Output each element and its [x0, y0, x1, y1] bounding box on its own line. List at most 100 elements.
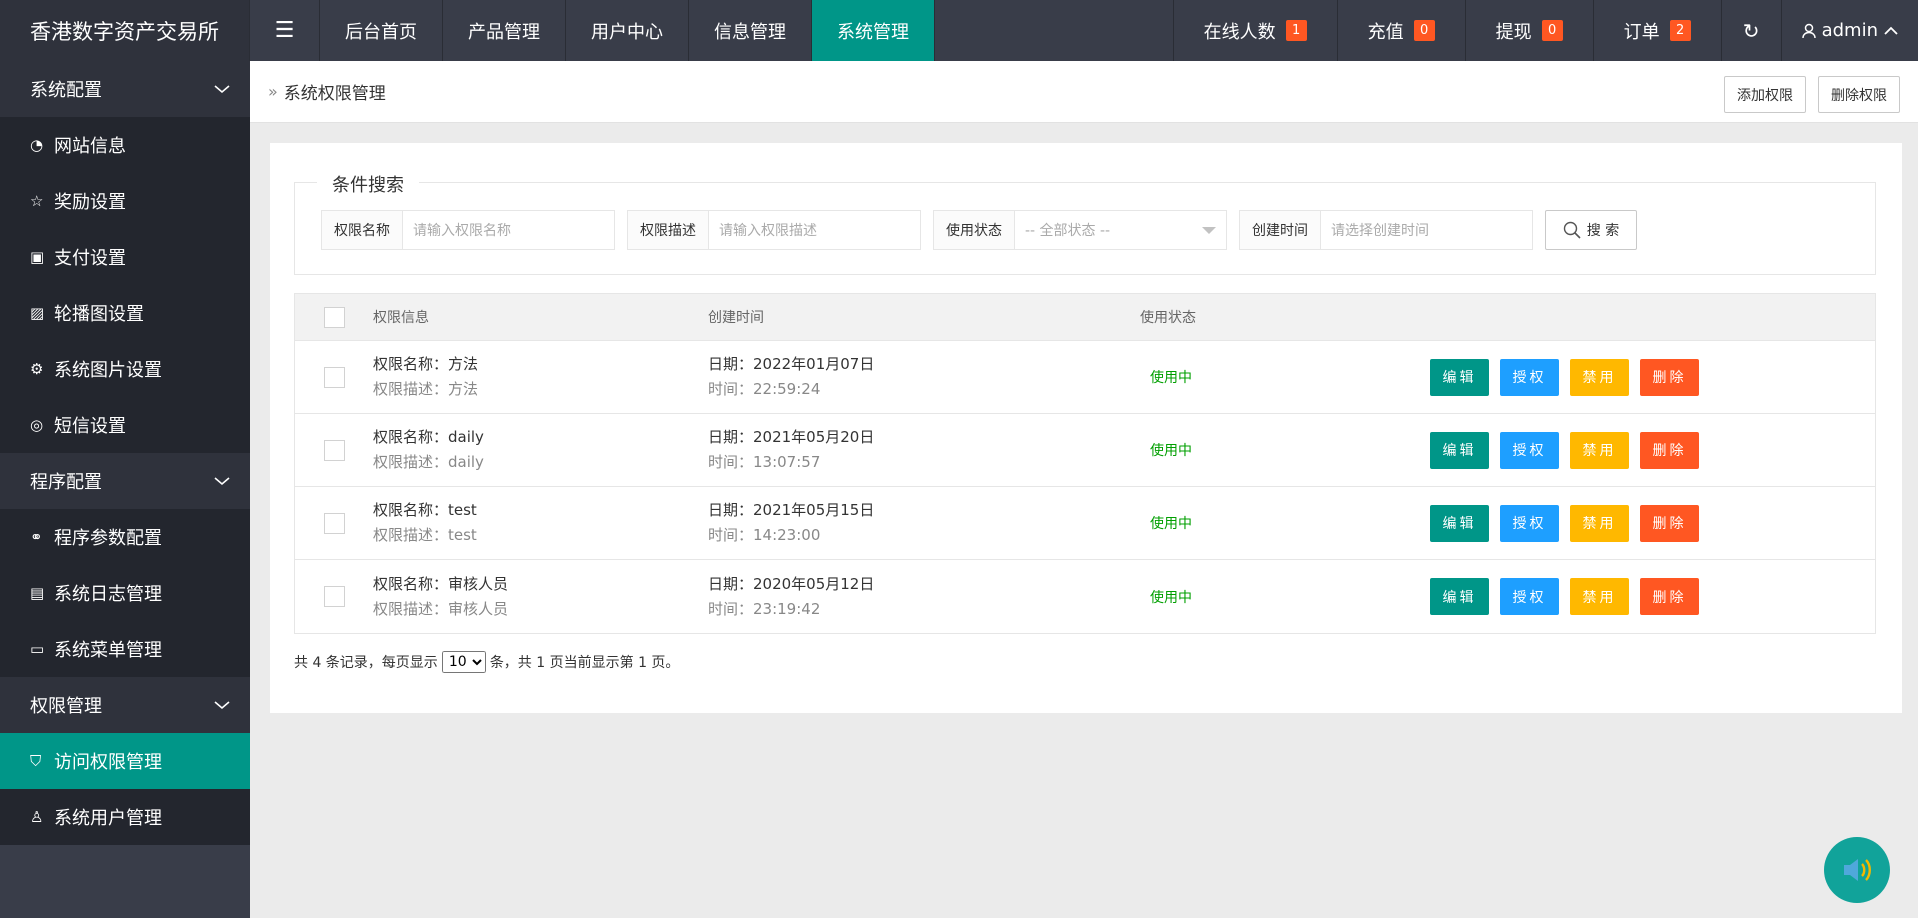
window-icon: ▭ [30, 640, 45, 658]
permission-name: 权限名称：daily [373, 428, 484, 446]
nav-products[interactable]: 产品管理 [443, 0, 566, 61]
menu-toggle-button[interactable]: ☰ [250, 0, 320, 61]
sidebar-item-label: 程序参数配置 [54, 528, 162, 549]
sidebar-item-payment[interactable]: ▣ 支付设置 [0, 229, 250, 285]
sidebar-item-system-menu[interactable]: ▭ 系统菜单管理 [0, 621, 250, 677]
sidebar-item-reward[interactable]: ☆ 奖励设置 [0, 173, 250, 229]
status-select[interactable]: -- 全部状态 -- [1015, 211, 1226, 249]
created-time: 时间：22:59:24 [708, 380, 821, 398]
disable-button[interactable]: 禁用 [1570, 431, 1629, 469]
stat-orders[interactable]: 订单 2 [1592, 0, 1721, 61]
caret-down-icon [1202, 227, 1216, 234]
stat-withdraw[interactable]: 提现 0 [1464, 0, 1593, 61]
created-time: 时间：13:07:57 [708, 453, 821, 471]
chevron-down-icon [214, 701, 230, 710]
nav-info[interactable]: 信息管理 [689, 0, 812, 61]
link-icon: ⚭ [30, 528, 43, 546]
search-legend: 条件搜索 [317, 171, 419, 197]
select-all-checkbox[interactable] [323, 306, 345, 328]
sidebar-item-carousel[interactable]: ▨ 轮播图设置 [0, 285, 250, 341]
sidebar-item-label: 短信设置 [54, 416, 126, 437]
disable-button[interactable]: 禁用 [1570, 578, 1629, 615]
sidebar-item-access-permissions[interactable]: ⛉ 访问权限管理 [0, 733, 250, 789]
field-label: 使用状态 [934, 211, 1015, 249]
image-icon: ▨ [30, 304, 45, 322]
status-badge: 使用中 [1150, 516, 1192, 532]
create-time-input[interactable]: 请选择创建时间 [1321, 211, 1532, 249]
refresh-icon: ↻ [1742, 18, 1760, 43]
row-checkbox[interactable] [323, 366, 345, 388]
pagination: 共 4 条记录，每页显示 10 条，共 1 页当前显示第 1 页。 [294, 651, 679, 673]
status-select-value: -- 全部状态 -- [1025, 223, 1111, 239]
sidebar-section-program-config[interactable]: 程序配置 [0, 453, 250, 509]
permission-name: 权限名称：方法 [373, 355, 479, 373]
sidebar-item-system-log[interactable]: ▤ 系统日志管理 [0, 565, 250, 621]
sidebar-item-label: 系统日志管理 [54, 584, 162, 605]
authorize-button[interactable]: 授权 [1500, 358, 1559, 396]
created-date: 日期：2020年05月12日 [708, 574, 875, 593]
gear-icon: ⚙ [30, 360, 44, 378]
refresh-button[interactable]: ↻ [1720, 0, 1781, 61]
disable-button[interactable]: 禁用 [1570, 504, 1629, 542]
nav-home[interactable]: 后台首页 [320, 0, 443, 61]
floating-chat-button[interactable] [1824, 837, 1890, 903]
sidebar-item-system-images[interactable]: ⚙ 系统图片设置 [0, 341, 250, 397]
create-time-field: 创建时间 请选择创建时间 [1239, 210, 1533, 250]
user-name: admin [1821, 20, 1878, 41]
column-header-info: 权限信息 [373, 310, 429, 326]
edit-button[interactable]: 编辑 [1430, 431, 1489, 469]
sidebar-item-program-params[interactable]: ⚭ 程序参数配置 [0, 509, 250, 565]
status-badge: 使用中 [1150, 443, 1192, 459]
top-header: 香港数字资产交易所 ☰ 后台首页 产品管理 用户中心 信息管理 系统管理 在线人… [0, 0, 1918, 61]
authorize-button[interactable]: 授权 [1500, 431, 1559, 469]
permission-name: 权限名称：test [373, 501, 477, 519]
sidebar-section-system-config[interactable]: 系统配置 [0, 61, 250, 117]
authorize-button[interactable]: 授权 [1500, 578, 1559, 615]
sidebar-item-label: 轮播图设置 [54, 304, 144, 325]
sidebar-section-permissions[interactable]: 权限管理 [0, 677, 250, 733]
sidebar-item-system-users[interactable]: ♙ 系统用户管理 [0, 789, 250, 845]
edit-button[interactable]: 编辑 [1430, 578, 1489, 615]
sidebar-item-label: 网站信息 [54, 136, 126, 157]
search-panel: 条件搜索 权限名称 请输入权限名称 权限描述 请输入权限描述 使用状态 -- 全… [294, 171, 1876, 275]
edit-button[interactable]: 编辑 [1430, 504, 1489, 542]
main-content: » 系统权限管理 添加权限 删除权限 条件搜索 权限名称 请输入权限名称 权限描… [250, 61, 1918, 918]
field-label: 权限名称 [322, 211, 403, 249]
delete-button[interactable]: 删除 [1640, 578, 1699, 615]
disable-button[interactable]: 禁用 [1570, 358, 1629, 396]
sidebar-item-sms[interactable]: ◎ 短信设置 [0, 397, 250, 453]
hamburger-icon: ☰ [274, 18, 295, 43]
add-permission-button[interactable]: 添加权限 [1724, 76, 1806, 113]
row-checkbox[interactable] [323, 439, 345, 461]
stat-withdraw-badge: 0 [1541, 20, 1563, 41]
search-button[interactable]: 搜 索 [1545, 210, 1637, 250]
nav-system[interactable]: 系统管理 [812, 0, 935, 61]
edit-button[interactable]: 编辑 [1430, 358, 1489, 396]
created-time: 时间：14:23:00 [708, 526, 821, 544]
double-chevron-right-icon: » [268, 82, 278, 101]
sidebar-section-title: 程序配置 [30, 472, 102, 493]
permission-name-input[interactable]: 请输入权限名称 [403, 211, 614, 249]
sidebar-item-site-info[interactable]: ◔ 网站信息 [0, 117, 250, 173]
page-size-select[interactable]: 10 [441, 651, 486, 673]
delete-button[interactable]: 删除 [1640, 358, 1699, 396]
stat-online[interactable]: 在线人数 1 [1172, 0, 1337, 61]
delete-button[interactable]: 删除 [1640, 504, 1699, 542]
nav-users[interactable]: 用户中心 [566, 0, 689, 61]
permission-desc: 权限描述：daily [373, 453, 484, 471]
created-date: 日期：2021年05月20日 [708, 428, 875, 446]
user-menu[interactable]: admin [1780, 0, 1918, 61]
authorize-button[interactable]: 授权 [1500, 504, 1559, 542]
row-checkbox[interactable] [323, 586, 345, 607]
status-field: 使用状态 -- 全部状态 -- [933, 210, 1227, 250]
delete-permission-button[interactable]: 删除权限 [1818, 76, 1900, 113]
pager-prefix: 共 4 条记录，每页显示 [294, 655, 438, 671]
content-card: 条件搜索 权限名称 请输入权限名称 权限描述 请输入权限描述 使用状态 -- 全… [270, 143, 1902, 713]
permission-desc-input[interactable]: 请输入权限描述 [709, 211, 920, 249]
stat-recharge-label: 充值 [1367, 21, 1404, 43]
field-label: 权限描述 [628, 211, 709, 249]
row-checkbox[interactable] [323, 512, 345, 534]
delete-button[interactable]: 删除 [1640, 431, 1699, 469]
stat-recharge[interactable]: 充值 0 [1336, 0, 1465, 61]
permission-name: 权限名称：审核人员 [373, 574, 509, 593]
